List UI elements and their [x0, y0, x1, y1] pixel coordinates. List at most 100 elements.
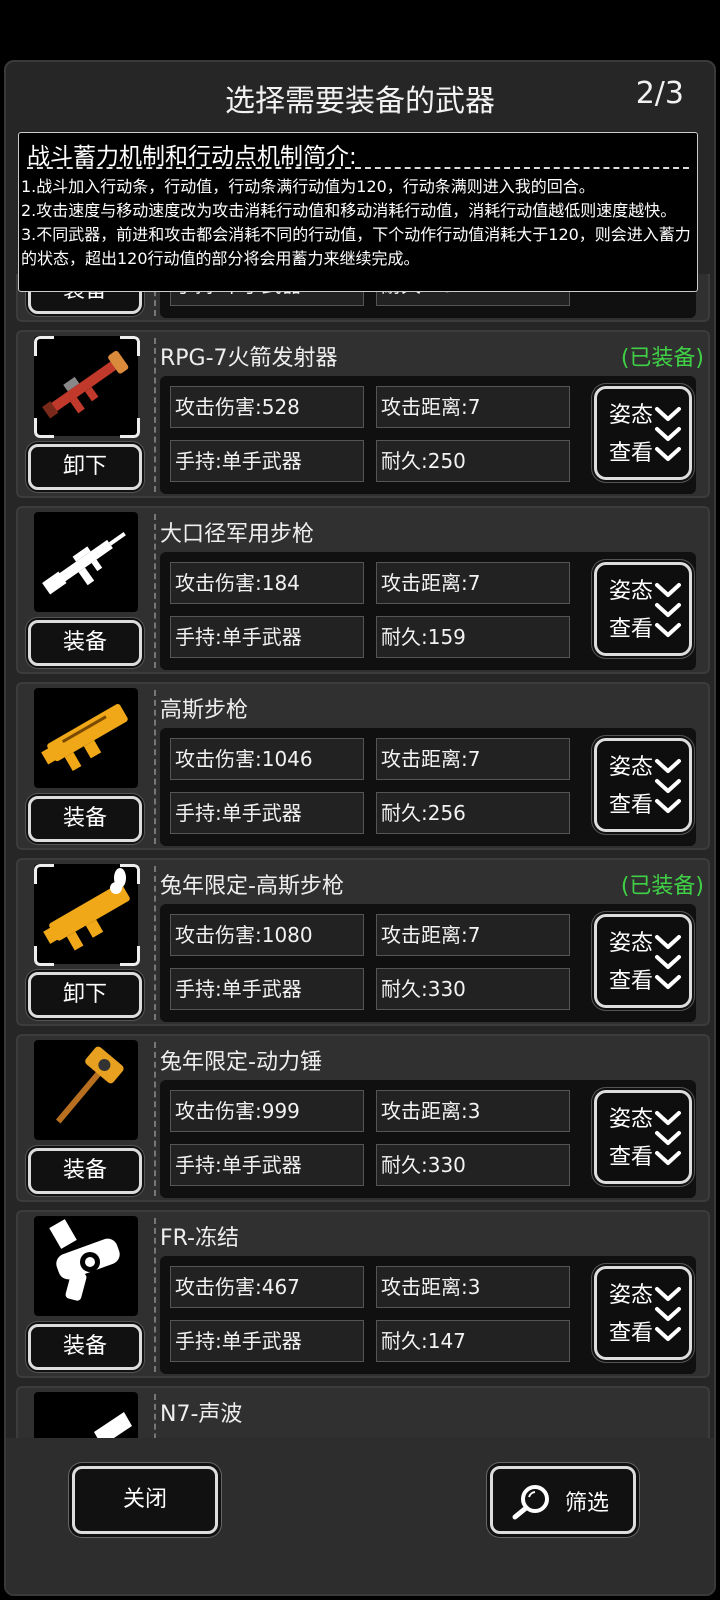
stat-durability: 耐久:256: [376, 792, 570, 834]
unequip-button[interactable]: 卸下: [28, 972, 142, 1018]
weapon-thumbnail[interactable]: [34, 336, 138, 436]
stance-view-button[interactable]: 姿态 查看: [594, 1266, 692, 1360]
stat-range: 攻击距离:3: [376, 1266, 570, 1308]
weapon-name: 兔年限定-动力锤: [160, 1050, 322, 1075]
weapon-list[interactable]: 装备 手持:单手武器 耐久:262 卸下RPG-7火箭发射器(已装备)攻击伤害:…: [12, 274, 712, 1536]
close-button[interactable]: 关闭: [72, 1466, 218, 1534]
footer-bar: 关闭 筛选: [6, 1438, 714, 1594]
equip-button[interactable]: 装备: [28, 1324, 142, 1370]
weapon-stats: 攻击伤害:184 攻击距离:7 手持:单手武器 耐久:159 姿态 查看: [160, 552, 696, 670]
intro-heading: 战斗蓄力机制和行动点机制简介:: [27, 144, 357, 170]
stat-damage: 攻击伤害:467: [170, 1266, 364, 1308]
chevron-down-icon: [655, 583, 681, 637]
stat-hold: 手持:单手武器: [170, 1320, 364, 1362]
stat-damage: 攻击伤害:528: [170, 386, 364, 428]
chevron-down-icon: [655, 1287, 681, 1341]
weapon-thumbnail[interactable]: [34, 1216, 138, 1316]
stat-hold: 手持:单手武器: [170, 792, 364, 834]
weapon-card: 装备 大口径军用步枪 攻击伤害:184 攻击距离:7 手持:单手武器 耐久:159 姿态 查看: [16, 506, 710, 674]
weapon-card: 装备 兔年限定-动力锤攻击伤害:999 攻击距离:3 手持:单手武器 耐久:330 姿态查…: [16, 1034, 710, 1202]
weapon-stats: 攻击伤害:999 攻击距离:3 手持:单手武器 耐久:330 姿态查看: [160, 1080, 696, 1198]
card-divider: [154, 1218, 156, 1372]
weapon-card: 装备 FR-冻结攻击伤害:467 攻击距离:3 手持:单手武器 耐久:147 姿态查看: [16, 1210, 710, 1378]
equipped-badge: (已装备): [620, 874, 704, 899]
stat-durability: 耐久:330: [376, 968, 570, 1010]
chevron-down-icon: [655, 407, 681, 461]
view-label-stance: 姿态: [609, 755, 654, 780]
search-icon: [512, 1485, 549, 1520]
view-label-stance: 姿态: [609, 403, 654, 428]
stance-view-button[interactable]: 姿态 查看: [594, 386, 692, 480]
stat-hold: 手持:单手武器: [170, 1144, 364, 1186]
view-label-stance: 姿态: [609, 1107, 654, 1132]
stance-view-button[interactable]: 姿态 查看: [594, 1090, 692, 1184]
weapon-stats: 攻击伤害:1046 攻击距离:7 手持:单手武器 耐久:256 姿态 查看: [160, 728, 696, 846]
filter-button[interactable]: 筛选: [490, 1466, 636, 1534]
view-label-view: 查看: [609, 969, 654, 994]
view-label-view: 查看: [609, 441, 654, 466]
weapon-thumbnail[interactable]: [34, 1040, 138, 1140]
view-label-view: 查看: [609, 1321, 654, 1346]
weapon-thumbnail[interactable]: [34, 688, 138, 788]
equipped-badge: (已装备): [620, 346, 704, 371]
equip-button[interactable]: 装备: [28, 1148, 142, 1194]
weapon-stats: 攻击伤害:1080 攻击距离:7 手持:单手武器 耐久:330 姿态查看: [160, 904, 696, 1022]
stat-damage: 攻击伤害:1080: [170, 914, 364, 956]
card-divider: [154, 338, 156, 492]
intro-line: 2.攻击速度与移动速度改为攻击消耗行动值和移动消耗行动值，消耗行动值越低则速度越…: [21, 201, 677, 220]
view-label-stance: 姿态: [609, 579, 654, 604]
weapon-thumbnail[interactable]: [34, 512, 138, 612]
stat-durability: 耐久:330: [376, 1144, 570, 1186]
unequip-button[interactable]: 卸下: [28, 444, 142, 490]
intro-line: 3.不同武器，前进和攻击都会消耗不同的行动值，下个动作行动值消耗大于120，则会…: [21, 225, 691, 268]
weapon-card: 卸下 RPG-7火箭发射器 (已装备) 攻击伤害:528 攻击距离:7 手持:单手武器 耐久…: [16, 330, 710, 498]
stat-range: 攻击距离:7: [376, 386, 570, 428]
view-label-stance: 姿态: [609, 931, 654, 956]
stat-range: 攻击距离:7: [376, 738, 570, 780]
weapon-name: N7-声波: [160, 1402, 243, 1427]
weapon-name: 大口径军用步枪: [160, 522, 315, 547]
intro-body: 1.战斗加入行动条，行动值，行动条满行动值为120，行动条满则进入我的回合。 2…: [21, 175, 691, 271]
weapon-name: RPG-7火箭发射器: [160, 346, 338, 371]
weapon-card: 卸下 兔年限定-高斯步枪 (已装备) 攻击伤害:1080 攻击距离:7 手持:单手武器 耐久…: [16, 858, 710, 1026]
page-title: 选择需要装备的武器: [225, 84, 495, 119]
weapon-name: 兔年限定-高斯步枪: [160, 874, 344, 899]
weapon-select-panel: 选择需要装备的武器 2/3 战斗蓄力机制和行动点机制简介: 1.战斗加入行动条，…: [4, 60, 716, 1596]
stat-hold: 手持:单手武器: [170, 440, 364, 482]
intro-divider: [27, 167, 689, 169]
weapon-name: FR-冻结: [160, 1226, 239, 1251]
mechanics-intro-box: 战斗蓄力机制和行动点机制简介: 1.战斗加入行动条，行动值，行动条满行动值为12…: [18, 132, 698, 292]
card-divider: [154, 514, 156, 668]
stat-damage: 攻击伤害:184: [170, 562, 364, 604]
equip-button[interactable]: 装备: [28, 620, 142, 666]
weapon-name: 高斯步枪: [160, 698, 249, 723]
card-divider: [154, 690, 156, 844]
stance-view-button[interactable]: 姿态 查看: [594, 914, 692, 1008]
filter-label: 筛选: [565, 1491, 610, 1516]
stat-range: 攻击距离:3: [376, 1090, 570, 1132]
chevron-down-icon: [655, 1111, 681, 1165]
stat-hold: 手持:单手武器: [170, 616, 364, 658]
card-divider: [154, 1042, 156, 1196]
stat-damage: 攻击伤害:999: [170, 1090, 364, 1132]
stat-durability: 耐久:147: [376, 1320, 570, 1362]
view-label-stance: 姿态: [609, 1283, 654, 1308]
stat-range: 攻击距离:7: [376, 914, 570, 956]
stat-hold: 手持:单手武器: [170, 968, 364, 1010]
chevron-down-icon: [655, 935, 681, 989]
stance-view-button[interactable]: 姿态 查看: [594, 738, 692, 832]
card-divider: [154, 866, 156, 1020]
equip-button[interactable]: 装备: [28, 796, 142, 842]
stat-durability: 耐久:250: [376, 440, 570, 482]
chevron-down-icon: [655, 759, 681, 813]
page-indicator: 2/3: [635, 76, 684, 111]
weapon-card: 装备 高斯步枪攻击伤害:1046 攻击距离:7 手持:单手武器 耐久:256 姿态 查看: [16, 682, 710, 850]
weapon-thumbnail[interactable]: [34, 864, 138, 964]
weapon-stats: 攻击伤害:528 攻击距离:7 手持:单手武器 耐久:250 姿态查看: [160, 376, 696, 494]
stat-damage: 攻击伤害:1046: [170, 738, 364, 780]
weapon-stats: 攻击伤害:467 攻击距离:3 手持:单手武器 耐久:147 姿态查看: [160, 1256, 696, 1374]
stance-view-button[interactable]: 姿态 查看: [594, 562, 692, 656]
view-label-view: 查看: [609, 1145, 654, 1170]
intro-line: 1.战斗加入行动条，行动值，行动条满行动值为120，行动条满则进入我的回合。: [21, 177, 595, 196]
stat-durability: 耐久:159: [376, 616, 570, 658]
